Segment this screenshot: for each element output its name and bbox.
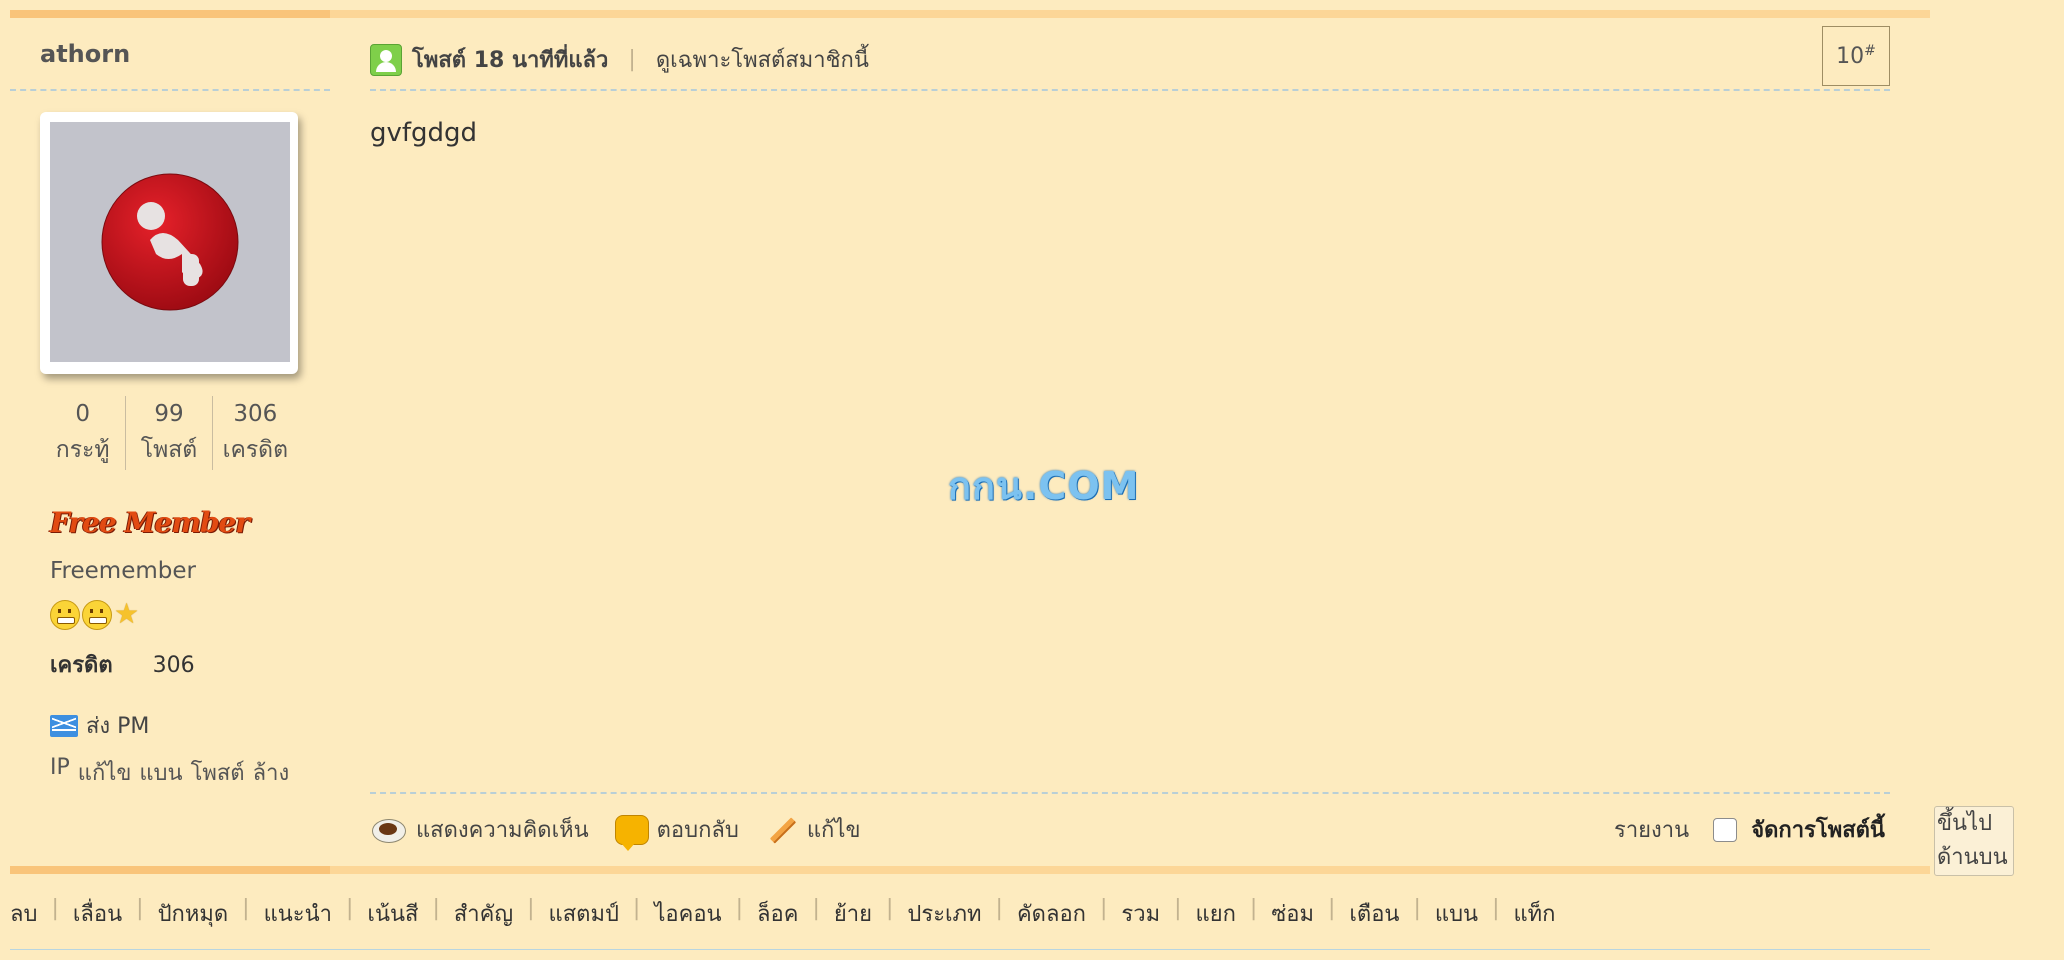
back-to-top-button[interactable]: ขึ้นไป ด้านบน <box>1934 806 2014 876</box>
group-badge-image: Free Member <box>50 506 250 539</box>
stat-threads-value: 0 <box>75 401 90 427</box>
post-number: 10 <box>1836 43 1865 69</box>
post-content: gvfgdgd <box>370 118 478 148</box>
post-meta: โพสต์ 18 นาทีที่แล้ว | ดูเฉพาะโพสต์สมาชิ… <box>370 42 869 77</box>
send-pm-link[interactable]: ส่ง PM <box>50 708 149 743</box>
stat-posts[interactable]: 99 โพสต์ <box>125 396 211 470</box>
mod-link-ban[interactable]: แบน <box>1435 896 1478 931</box>
smiley-rank-icon <box>82 600 112 630</box>
avatar[interactable] <box>40 112 298 374</box>
back-to-top-line2: ด้านบน <box>1937 845 2008 870</box>
mod-link-copy[interactable]: คัดลอก <box>1017 896 1086 931</box>
admin-link-posts[interactable]: โพสต์ <box>191 755 245 790</box>
avatar-image <box>50 122 290 362</box>
admin-link-edit[interactable]: แก้ไข <box>78 755 132 790</box>
stat-credits[interactable]: 306 เครดิต <box>211 396 298 470</box>
author-username[interactable]: athorn <box>40 40 130 68</box>
mod-link-delete[interactable]: ลบ <box>10 896 37 931</box>
author-divider <box>10 89 330 91</box>
rank-stars: ★ <box>50 600 139 630</box>
post-time: โพสต์ 18 นาทีที่แล้ว <box>412 48 609 73</box>
post-top-border <box>10 10 1930 18</box>
admin-link-clear[interactable]: ล้าง <box>253 755 290 790</box>
mod-link-type[interactable]: ประเภท <box>907 896 981 931</box>
mod-link-pin[interactable]: ปักหมุด <box>158 896 229 931</box>
star-rank-icon: ★ <box>114 597 140 630</box>
back-to-top-line1: ขึ้นไป <box>1937 811 1993 836</box>
post-actions: แสดงความคิดเห็น ตอบกลับ แก้ไข <box>370 812 886 851</box>
speech-bubble-icon <box>614 814 649 851</box>
mod-link-tag[interactable]: แท็ก <box>1514 896 1556 931</box>
online-user-icon <box>370 43 402 76</box>
admin-link-ban[interactable]: แบน <box>139 755 182 790</box>
credit-row: เครดิต 306 <box>50 647 195 682</box>
reply-label: ตอบกลับ <box>656 818 739 843</box>
edit-label: แก้ไข <box>806 818 861 843</box>
mod-link-highlight[interactable]: เน้นสี <box>367 896 418 931</box>
post-footer-divider <box>370 792 1890 794</box>
post-bottom-border <box>10 866 1930 874</box>
pencil-icon <box>765 815 799 845</box>
edit-button[interactable]: แก้ไข <box>765 812 861 847</box>
mod-link-repair[interactable]: ซ่อม <box>1271 896 1314 931</box>
send-pm-label: ส่ง PM <box>86 714 150 739</box>
comment-button[interactable]: แสดงความคิดเห็น <box>370 812 589 847</box>
default-avatar-icon <box>101 173 239 311</box>
comment-label: แสดงความคิดเห็น <box>416 818 589 843</box>
post-number-link[interactable]: 10 # <box>1822 26 1890 86</box>
mod-link-move-up[interactable]: เลื่อน <box>73 896 122 931</box>
mail-icon <box>50 714 78 737</box>
mod-link-icon[interactable]: ไอคอน <box>654 896 721 931</box>
manage-post-checkbox[interactable] <box>1713 817 1738 842</box>
meta-separator: | <box>628 47 636 72</box>
mod-link-recommend[interactable]: แนะนำ <box>264 896 332 931</box>
moderation-links: ลบ | เลื่อน | ปักหมุด | แนะนำ | เน้นสี | สำคั… <box>10 896 1556 931</box>
post-right-actions: รายงาน จัดการโพสต์นี้ <box>1614 812 1885 847</box>
stat-posts-label: โพสต์ <box>140 437 198 463</box>
mod-link-split[interactable]: แยก <box>1196 896 1236 931</box>
author-stats: 0 กระทู้ 99 โพสต์ 306 เครดิต <box>40 396 298 470</box>
only-author-link[interactable]: ดูเฉพาะโพสต์สมาชิกนี้ <box>656 42 869 77</box>
stat-credits-label: เครดิต <box>222 437 289 463</box>
post-top-border-left <box>10 10 330 18</box>
stat-posts-value: 99 <box>154 401 184 427</box>
admin-link-ip[interactable]: IP <box>50 755 70 790</box>
mod-link-merge[interactable]: รวม <box>1121 896 1160 931</box>
credit-label: เครดิต <box>50 653 113 678</box>
site-watermark-logo: กกน.COM <box>948 464 1140 508</box>
smiley-rank-icon <box>50 600 80 630</box>
credit-value: 306 <box>152 653 195 678</box>
mod-link-warn[interactable]: เตือน <box>1349 896 1399 931</box>
post-number-suffix: # <box>1864 43 1876 59</box>
mod-link-important[interactable]: สำคัญ <box>454 896 513 931</box>
post-bottom-border-left <box>10 866 330 874</box>
mod-link-move[interactable]: ย้าย <box>834 896 872 931</box>
stat-threads[interactable]: 0 กระทู้ <box>40 396 125 470</box>
mod-link-lock[interactable]: ล็อค <box>757 896 798 931</box>
post-header-divider <box>370 89 1890 91</box>
coffee-cup-icon <box>370 815 408 845</box>
report-link[interactable]: รายงาน <box>1614 812 1689 847</box>
mod-link-stamp[interactable]: แสตมป์ <box>549 896 619 931</box>
admin-links: IP แก้ไข แบน โพสต์ ล้าง <box>50 755 289 790</box>
manage-post-label[interactable]: จัดการโพสต์นี้ <box>1751 812 1885 847</box>
reply-button[interactable]: ตอบกลับ <box>614 812 739 851</box>
stat-credits-value: 306 <box>233 401 278 427</box>
group-name[interactable]: Freemember <box>50 558 196 584</box>
bottom-divider <box>10 949 1930 950</box>
stat-threads-label: กระทู้ <box>55 437 110 463</box>
